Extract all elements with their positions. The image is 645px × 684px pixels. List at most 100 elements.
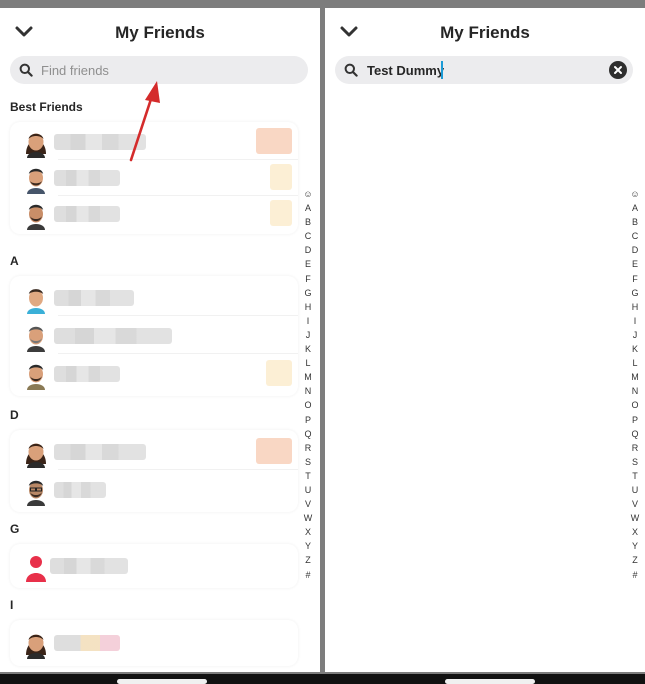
alphabet-index-letter[interactable]: O <box>304 398 311 412</box>
section-header-i: I <box>10 598 14 612</box>
alphabet-index-letter[interactable]: M <box>631 370 639 384</box>
bitmoji-avatar-icon <box>27 480 45 506</box>
alphabet-index-letter[interactable]: K <box>632 342 638 356</box>
alphabet-index-letter[interactable]: P <box>305 413 311 427</box>
search-icon <box>344 63 358 77</box>
alphabet-index-letter[interactable]: J <box>633 328 638 342</box>
list-item[interactable] <box>10 472 298 508</box>
section-header-a: A <box>10 254 19 268</box>
alphabet-index-letter[interactable]: G <box>304 286 311 300</box>
alphabet-index-letter[interactable]: J <box>306 328 311 342</box>
alphabet-index-letter[interactable]: V <box>632 497 638 511</box>
bitmoji-avatar-icon <box>27 289 45 314</box>
alphabet-index-letter[interactable]: H <box>632 300 639 314</box>
alphabet-index-letter[interactable]: O <box>631 398 638 412</box>
alphabet-index-letter[interactable]: F <box>632 272 638 286</box>
friends-i-card <box>10 620 298 666</box>
avatar <box>22 322 50 357</box>
alphabet-index-letter[interactable]: E <box>305 257 311 271</box>
alphabet-index-letter[interactable]: T <box>305 469 311 483</box>
alphabet-index-letter[interactable]: E <box>632 257 638 271</box>
page-title: My Friends <box>440 23 530 42</box>
alphabet-index-letter[interactable]: U <box>632 483 639 497</box>
alphabet-index-letter[interactable]: T <box>632 469 638 483</box>
avatar <box>22 284 50 319</box>
alphabet-index-letter[interactable]: Q <box>304 427 311 441</box>
list-item[interactable] <box>10 280 298 316</box>
alphabet-index-letter[interactable]: X <box>632 525 638 539</box>
alphabet-index-letter[interactable]: Y <box>305 539 311 553</box>
home-indicator[interactable] <box>445 679 535 684</box>
alphabet-index-letter[interactable]: P <box>632 413 638 427</box>
clear-x-icon[interactable] <box>609 61 627 79</box>
bitmoji-avatar-icon <box>27 326 45 352</box>
friends-g-card <box>10 544 298 588</box>
alphabet-index-letter[interactable]: D <box>305 243 312 257</box>
list-item[interactable] <box>10 625 298 661</box>
alphabet-index-letter[interactable]: B <box>632 215 638 229</box>
alphabet-index-letter[interactable]: A <box>632 201 638 215</box>
header: My Friends <box>325 8 645 56</box>
alphabet-index-letter[interactable]: R <box>305 441 312 455</box>
alphabet-index-letter[interactable]: L <box>305 356 310 370</box>
friends-d-card <box>10 430 298 512</box>
alphabet-index-letter[interactable]: # <box>305 568 310 582</box>
list-item[interactable] <box>10 318 298 354</box>
alphabet-index-letter[interactable]: R <box>632 441 639 455</box>
avatar <box>22 200 50 235</box>
alphabet-index-letter[interactable]: A <box>305 201 311 215</box>
alphabet-index-letter[interactable]: I <box>634 314 637 328</box>
bitmoji-avatar-icon <box>27 168 45 194</box>
alphabet-index-letter[interactable]: Q <box>631 427 638 441</box>
search-icon <box>19 63 33 77</box>
alphabet-index-letter[interactable]: S <box>632 455 638 469</box>
alphabet-index-letter[interactable]: W <box>631 511 640 525</box>
alphabet-index-letter[interactable]: S <box>305 455 311 469</box>
bitmoji-avatar-icon <box>26 443 46 468</box>
alphabet-index-letter[interactable]: I <box>307 314 310 328</box>
list-item[interactable] <box>10 548 298 584</box>
avatar <box>22 629 50 664</box>
alphabet-index-letter[interactable]: W <box>304 511 313 525</box>
alphabet-index-letter[interactable]: # <box>632 568 637 582</box>
alphabet-index-letter[interactable]: C <box>305 229 312 243</box>
alphabet-index-letter[interactable]: N <box>305 384 312 398</box>
alphabet-index-letter[interactable]: F <box>305 272 311 286</box>
home-indicator[interactable] <box>117 679 207 684</box>
alphabet-index-letter[interactable]: ☺ <box>630 187 639 201</box>
avatar <box>22 438 50 473</box>
alphabet-index-letter[interactable]: ☺ <box>303 187 312 201</box>
alphabet-index-letter[interactable]: N <box>632 384 639 398</box>
list-item[interactable] <box>10 356 298 392</box>
section-header-d: D <box>10 408 19 422</box>
alphabet-index[interactable]: ☺ A B C D E F G H I J K L M N O P Q R S T U V W X Y Z # <box>628 187 642 582</box>
alphabet-index-letter[interactable]: Z <box>632 553 638 567</box>
alphabet-index-letter[interactable]: X <box>305 525 311 539</box>
search-value: Test Dummy <box>367 63 445 78</box>
alphabet-index-letter[interactable]: D <box>632 243 639 257</box>
alphabet-index-letter[interactable]: H <box>305 300 312 314</box>
search-input[interactable]: Test Dummy <box>335 56 633 84</box>
page-title: My Friends <box>115 23 205 42</box>
avatar <box>22 476 50 511</box>
list-item[interactable] <box>10 196 298 232</box>
avatar <box>22 552 50 587</box>
alphabet-index-letter[interactable]: Y <box>632 539 638 553</box>
alphabet-index-letter[interactable]: G <box>631 286 638 300</box>
alphabet-index-letter[interactable]: M <box>304 370 312 384</box>
search-placeholder: Find friends <box>41 63 109 78</box>
bitmoji-avatar-icon <box>26 133 46 158</box>
alphabet-index-letter[interactable]: Z <box>305 553 311 567</box>
text-cursor <box>441 61 443 79</box>
alphabet-index-letter[interactable]: L <box>632 356 637 370</box>
list-item[interactable] <box>10 434 298 470</box>
alphabet-index-letter[interactable]: B <box>305 215 311 229</box>
friends-a-card <box>10 276 298 396</box>
alphabet-index-letter[interactable]: U <box>305 483 312 497</box>
section-header-g: G <box>10 522 20 536</box>
alphabet-index-letter[interactable]: K <box>305 342 311 356</box>
system-nav-bar <box>0 674 645 684</box>
alphabet-index-letter[interactable]: C <box>632 229 639 243</box>
alphabet-index-letter[interactable]: V <box>305 497 311 511</box>
alphabet-index[interactable]: ☺ A B C D E F G H I J K L M N O P Q R S T U V W X Y Z # <box>301 187 315 582</box>
